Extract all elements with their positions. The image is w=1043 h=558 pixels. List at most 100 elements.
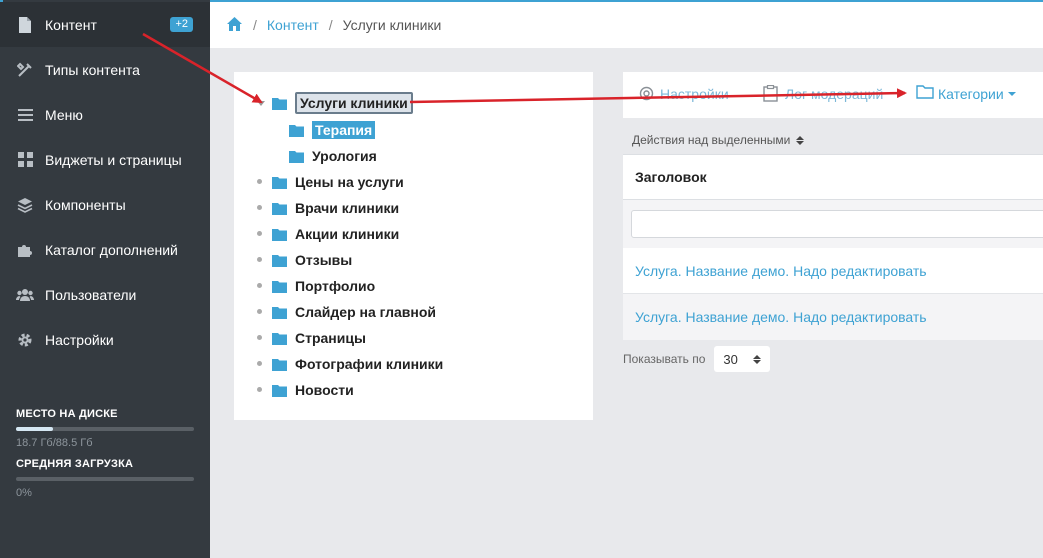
moderation-log-button[interactable]: Лог модераций — [763, 84, 883, 102]
sidebar-item-components[interactable]: Компоненты — [0, 182, 210, 227]
settings-button[interactable]: Настройки — [638, 85, 729, 102]
load-bar — [16, 477, 194, 481]
layers-icon — [16, 196, 34, 214]
tree-bullet — [257, 283, 262, 288]
tree-node-label: Акции клиники — [295, 226, 400, 242]
sidebar-item-settings[interactable]: Настройки — [0, 317, 210, 362]
tree-node-label: Слайдер на главной — [295, 304, 437, 320]
clipboard-icon — [763, 84, 780, 102]
breadcrumb-current: Услуги клиники — [342, 17, 442, 33]
breadcrumb-separator: / — [253, 17, 257, 33]
sort-icon — [753, 354, 762, 364]
bulk-actions-select[interactable]: Действия над выделенными — [632, 133, 805, 147]
sidebar-item-label: Типы контента — [45, 61, 140, 78]
sidebar-item-label: Контент — [45, 16, 97, 33]
folder-icon — [272, 228, 287, 241]
tree-node[interactable]: Отзывы — [272, 249, 352, 271]
per-page-control: Показывать по 30 — [623, 346, 771, 372]
tree-node-label: Портфолио — [295, 278, 376, 294]
content-toolbar: Настройки Лог модераций Категории — [623, 72, 1043, 118]
tools-icon — [16, 61, 34, 79]
breadcrumb-link-content[interactable]: Контент — [267, 17, 319, 33]
disk-space-value: 18.7 Гб/88.5 Гб — [16, 437, 93, 449]
tree-node-label: Новости — [295, 382, 354, 398]
tree-bullet — [257, 309, 262, 314]
tree-bullet — [257, 257, 262, 262]
folder-outline-icon — [916, 85, 934, 102]
tree-node[interactable]: Страницы — [272, 327, 366, 349]
folder-icon — [289, 124, 304, 137]
tree-node-child[interactable]: Урология — [289, 145, 377, 167]
tree-bullet — [257, 231, 262, 236]
sidebar-item-content-types[interactable]: Типы контента — [0, 47, 210, 92]
per-page-value: 30 — [723, 351, 738, 367]
grid-icon — [16, 151, 34, 169]
row-title-link[interactable]: Услуга. Название демо. Надо редактироват… — [635, 309, 927, 325]
tree-bullet — [257, 205, 262, 210]
folder-icon — [289, 150, 304, 163]
folder-icon — [272, 358, 287, 371]
table-row[interactable]: Услуга. Название демо. Надо редактироват… — [623, 248, 1043, 294]
tree-bullet — [257, 179, 262, 184]
sidebar-item-label: Пользователи — [45, 286, 137, 303]
folder-icon — [272, 97, 287, 110]
tree-node[interactable]: Врачи клиники — [272, 197, 399, 219]
bulk-actions-label: Действия над выделенными — [632, 133, 791, 147]
table-row[interactable]: Услуга. Название демо. Надо редактироват… — [623, 294, 1043, 340]
disk-space-title: МЕСТО НА ДИСКЕ — [16, 408, 118, 420]
folder-icon — [272, 384, 287, 397]
sidebar-item-content[interactable]: Контент +2 — [0, 2, 210, 47]
puzzle-icon — [16, 241, 34, 259]
row-title-link[interactable]: Услуга. Название демо. Надо редактироват… — [635, 263, 927, 279]
filter-row — [623, 200, 1043, 248]
tree-node-root[interactable]: Услуги клиники — [272, 92, 413, 114]
categories-label: Категории — [938, 85, 1004, 102]
tree-node[interactable]: Цены на услуги — [272, 171, 404, 193]
category-tree: Услуги клиники Терапия Урология Цены на … — [234, 72, 593, 420]
sidebar-item-widgets[interactable]: Виджеты и страницы — [0, 137, 210, 182]
sidebar-item-label: Компоненты — [45, 196, 126, 213]
load-value: 0% — [16, 487, 32, 499]
document-icon — [16, 16, 34, 34]
load-title: СРЕДНЯЯ ЗАГРУЗКА — [16, 458, 134, 470]
per-page-label: Показывать по — [623, 352, 706, 366]
tree-node[interactable]: Фотографии клиники — [272, 353, 443, 375]
folder-icon — [272, 254, 287, 267]
tree-node-child[interactable]: Терапия — [289, 119, 376, 141]
tree-node[interactable]: Акции клиники — [272, 223, 399, 245]
home-icon[interactable] — [227, 17, 243, 33]
sidebar-item-label: Каталог дополнений — [45, 241, 178, 258]
gear-icon — [638, 85, 655, 102]
per-page-select[interactable]: 30 — [714, 346, 771, 372]
folder-icon — [272, 306, 287, 319]
breadcrumb: / Контент / Услуги клиники — [210, 0, 1043, 48]
sidebar: Контент +2 Типы контента Меню Виджеты и … — [0, 0, 210, 558]
gear-icon — [16, 331, 34, 349]
collapse-caret-icon[interactable] — [257, 101, 265, 106]
tree-node[interactable]: Портфолио — [272, 275, 375, 297]
users-icon — [16, 286, 34, 304]
categories-dropdown[interactable]: Категории — [916, 85, 1016, 102]
column-header-title[interactable]: Заголовок — [623, 154, 1043, 200]
sidebar-item-menu[interactable]: Меню — [0, 92, 210, 137]
menu-icon — [16, 106, 34, 124]
folder-icon — [272, 332, 287, 345]
tree-node-label: Отзывы — [295, 252, 353, 268]
tree-node[interactable]: Слайдер на главной — [272, 301, 436, 323]
sidebar-item-addons[interactable]: Каталог дополнений — [0, 227, 210, 272]
folder-icon — [272, 176, 287, 189]
sidebar-item-label: Меню — [45, 106, 83, 123]
tree-node-label: Урология — [312, 148, 377, 164]
title-filter-input[interactable] — [631, 210, 1043, 238]
tree-node[interactable]: Новости — [272, 379, 354, 401]
tree-node-label: Цены на услуги — [295, 174, 404, 190]
tree-node-label: Терапия — [312, 121, 376, 139]
tree-bullet — [257, 361, 262, 366]
folder-icon — [272, 202, 287, 215]
tree-node-label: Услуги клиники — [295, 92, 413, 114]
sidebar-item-users[interactable]: Пользователи — [0, 272, 210, 317]
sidebar-item-label: Настройки — [45, 331, 114, 348]
tree-node-label: Фотографии клиники — [295, 356, 444, 372]
sort-icon — [796, 135, 805, 145]
tree-bullet — [257, 387, 262, 392]
